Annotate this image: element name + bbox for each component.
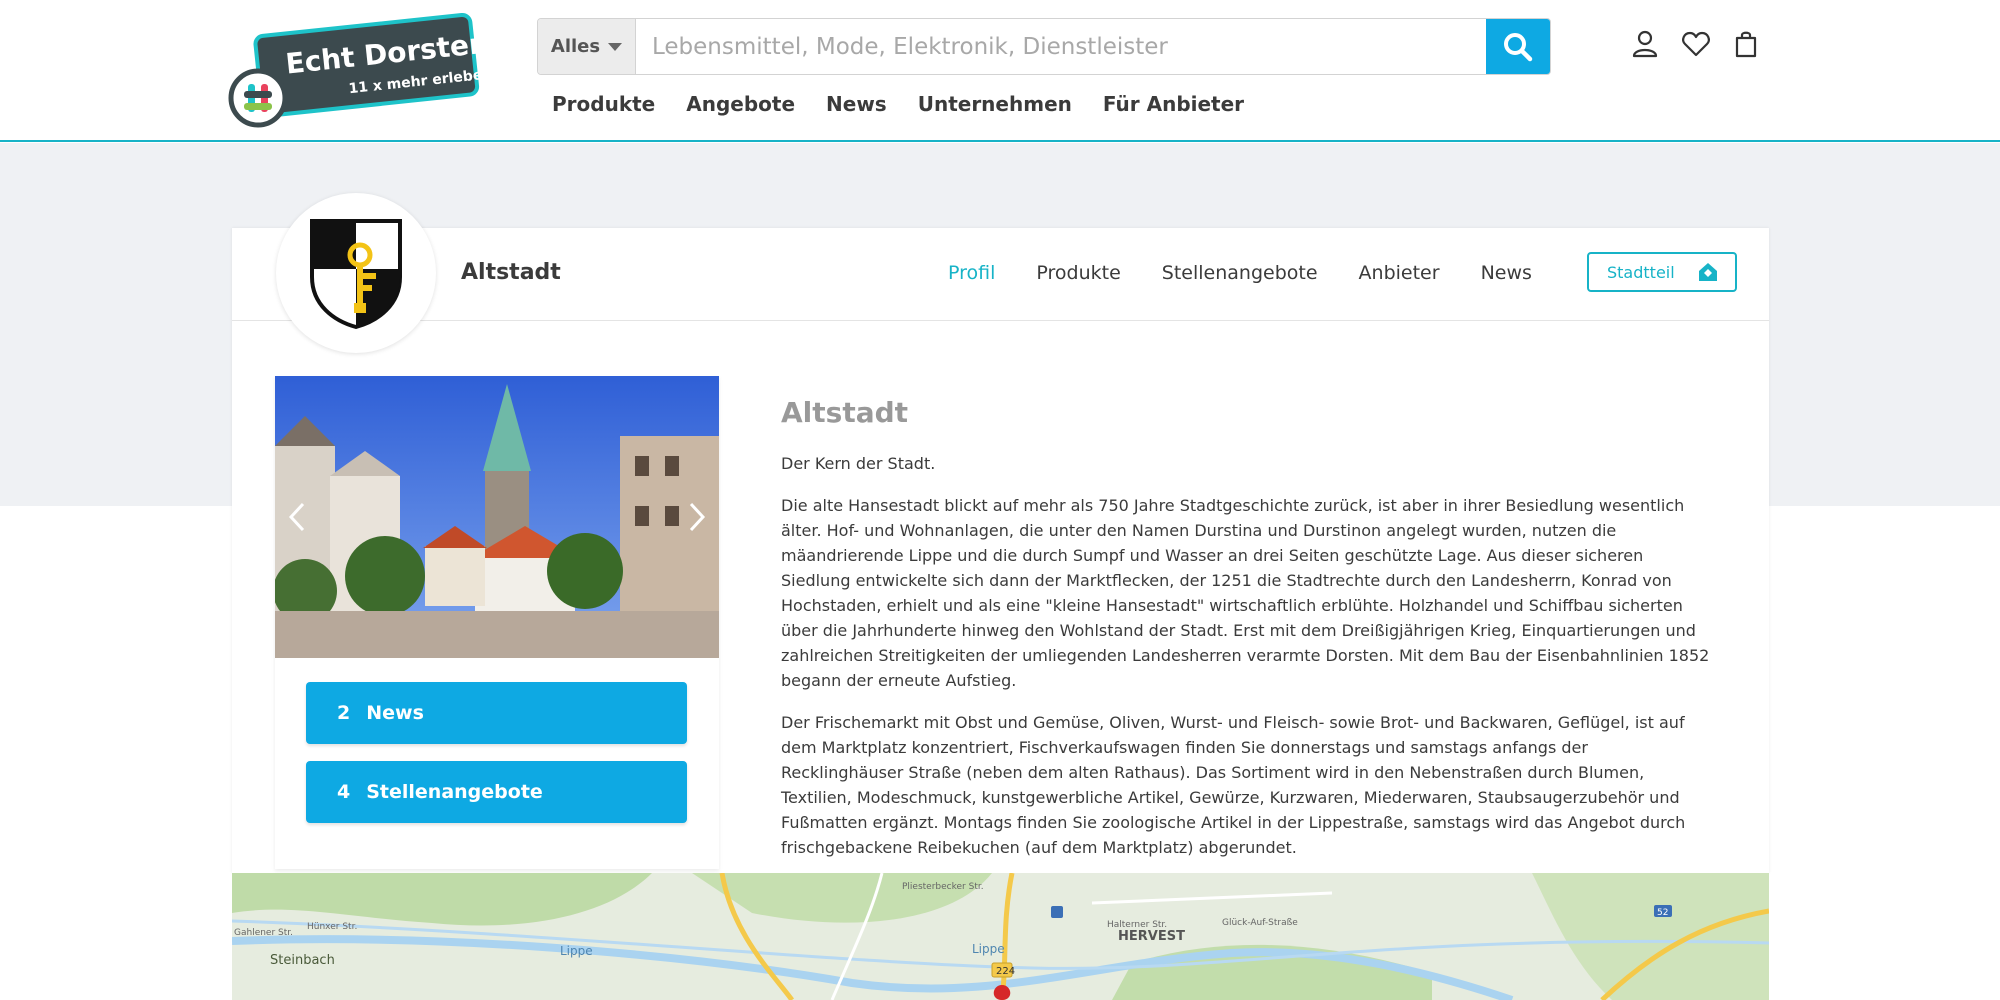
profile-sidebar: 2 News 4 Stellenangebote	[275, 376, 719, 869]
chevron-down-icon	[608, 42, 623, 51]
image-carousel	[275, 376, 719, 658]
page-title: Altstadt	[461, 260, 561, 285]
market-text: Der Frischemarkt mit Obst und Gemüse, Ol…	[781, 713, 1686, 857]
map-label-lippe-1: Lippe	[560, 944, 593, 958]
profile-content: Altstadt Der Kern der Stadt. Die alte Ha…	[781, 396, 1711, 877]
tab-stellenangebote[interactable]: Stellenangebote	[1162, 262, 1318, 284]
jobs-count-button[interactable]: 4 Stellenangebote	[306, 761, 687, 823]
history-text: Die alte Hansestadt blickt auf mehr als …	[781, 496, 1710, 690]
map-label-hervest: HERVEST	[1118, 929, 1185, 944]
map-label-224: 224	[996, 966, 1015, 977]
crest-badge	[276, 193, 436, 353]
map-label-huenxer: Hünxer Str.	[307, 922, 357, 932]
map[interactable]: Steinbach HERVEST Lippe Lippe 224 Pliest…	[232, 873, 1769, 1000]
tab-anbieter[interactable]: Anbieter	[1359, 262, 1440, 284]
map-label-steinbach: Steinbach	[270, 953, 335, 968]
news-count-button[interactable]: 2 News	[306, 682, 687, 744]
profile-card: Altstadt Profil Produkte Stellenangebote…	[232, 193, 1769, 873]
carousel-next-icon[interactable]	[685, 500, 709, 534]
altstadt-photo	[275, 376, 719, 658]
nav-item-unternehmen[interactable]: Unternehmen	[918, 92, 1072, 116]
tab-news[interactable]: News	[1481, 262, 1532, 284]
nav-item-produkte[interactable]: Produkte	[552, 92, 655, 116]
search-category-label: Alles	[550, 36, 601, 57]
news-count: 2	[337, 702, 351, 724]
stadtteil-label: Stadtteil	[1607, 262, 1675, 282]
search-bar: Alles	[537, 18, 1551, 75]
intro-text: Der Kern der Stadt.	[781, 454, 936, 473]
heart-icon[interactable]	[1680, 28, 1712, 60]
map-label-glueckauf: Glück-Auf-Straße	[1222, 918, 1298, 928]
map-label-52: 52	[1657, 908, 1668, 918]
nav-item-angebote[interactable]: Angebote	[686, 92, 795, 116]
main-nav: Produkte Angebote News Unternehmen Für A…	[552, 92, 1244, 116]
search-icon	[1504, 32, 1533, 61]
map-label-gahlener: Gahlener Str.	[234, 928, 293, 938]
profile-tabs: Profil Produkte Stellenangebote Anbieter…	[948, 262, 1532, 284]
nav-item-fuer-anbieter[interactable]: Für Anbieter	[1103, 92, 1244, 116]
carousel-prev-icon[interactable]	[285, 500, 309, 534]
jobs-label: Stellenangebote	[366, 781, 543, 803]
home-icon	[1699, 263, 1717, 281]
map-label-halterner: Halterner Str.	[1107, 920, 1167, 930]
profile-header: Altstadt Profil Produkte Stellenangebote…	[232, 193, 1769, 353]
cart-icon[interactable]	[1730, 28, 1762, 60]
tab-produkte[interactable]: Produkte	[1036, 262, 1120, 284]
content-heading: Altstadt	[781, 396, 909, 429]
search-input[interactable]	[636, 19, 1486, 74]
account-icon[interactable]	[1629, 28, 1661, 60]
tab-profil[interactable]: Profil	[948, 262, 995, 284]
dorsten-crest-icon	[310, 219, 402, 329]
search-category-select[interactable]: Alles	[538, 19, 636, 74]
nav-item-news[interactable]: News	[826, 92, 887, 116]
site-header: Echt Dorsten 11 x mehr erleben Alles Pro…	[0, 0, 2000, 142]
jobs-count: 4	[337, 781, 351, 803]
stadtteil-button[interactable]: Stadtteil	[1587, 252, 1737, 292]
site-logo[interactable]: Echt Dorsten 11 x mehr erleben	[228, 12, 493, 130]
map-label-pliesterbecker: Pliesterbecker Str.	[902, 882, 984, 892]
map-label-lippe-2: Lippe	[972, 942, 1005, 956]
news-label: News	[366, 702, 424, 724]
search-button[interactable]	[1486, 19, 1550, 74]
